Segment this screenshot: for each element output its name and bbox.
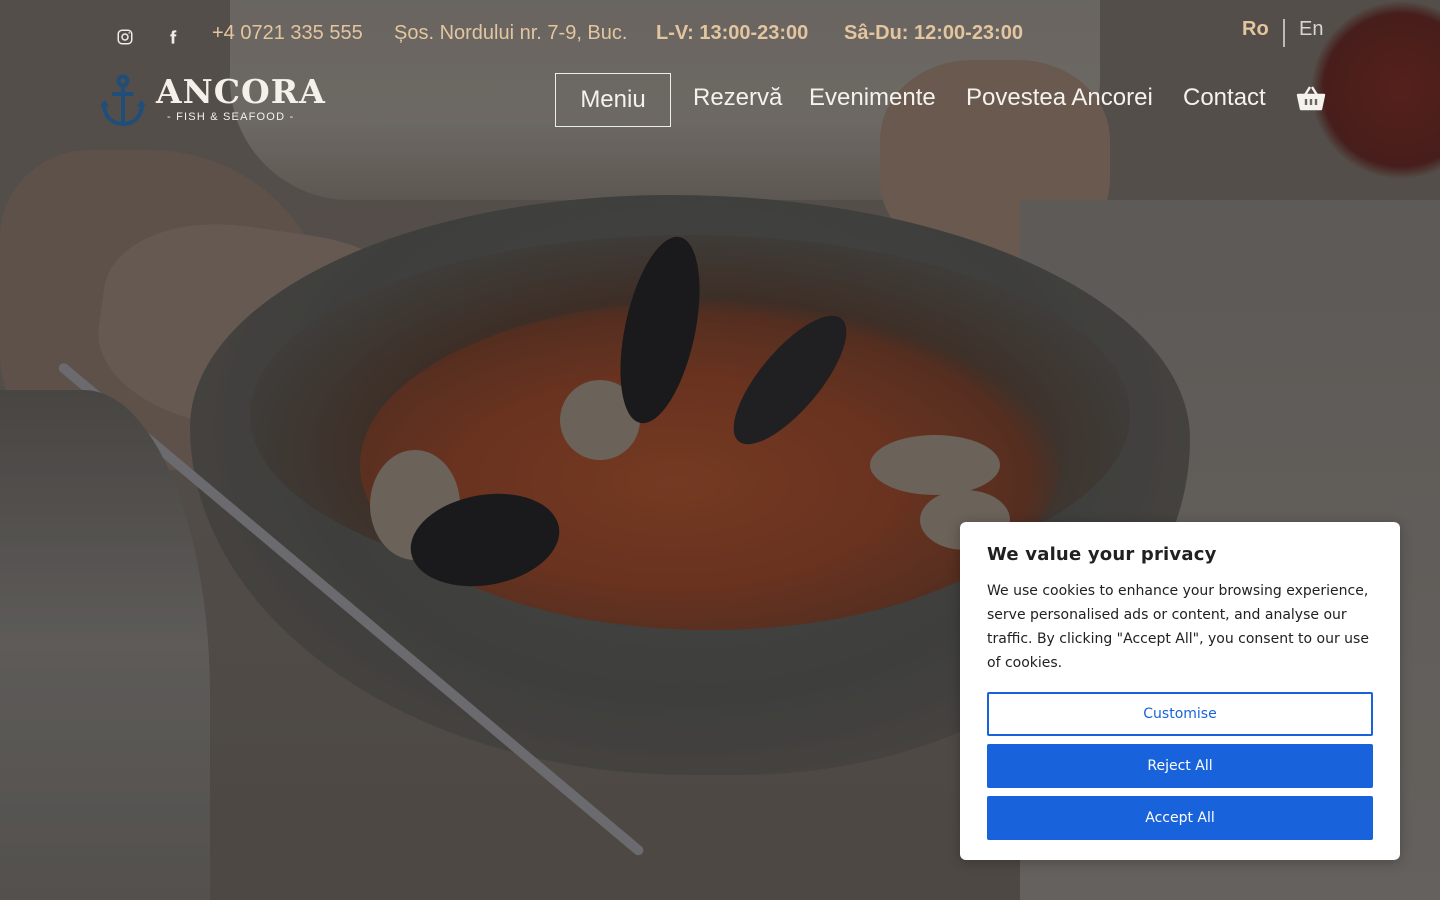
nav-item-meniu[interactable]: Meniu [555,73,671,127]
logo-name: ANCORA [156,72,326,111]
nav-item-povestea-ancorei[interactable]: Povestea Ancorei [966,84,1153,112]
instagram-icon[interactable] [114,26,136,48]
site-logo[interactable]: ANCORA - FISH & SEAFOOD - [100,72,325,128]
facebook-icon[interactable] [162,26,184,48]
customise-button[interactable]: Customise [987,692,1373,736]
logo-tagline: - FISH & SEAFOOD - [167,111,295,123]
reject-all-button[interactable]: Reject All [987,744,1373,788]
top-info-bar: +4 0721 335 555 Șos. Nordului nr. 7-9, B… [0,0,1440,70]
language-en-link[interactable]: En [1299,18,1323,41]
nav-item-evenimente[interactable]: Evenimente [809,84,936,112]
basket-icon[interactable] [1296,84,1326,112]
phone-link[interactable]: +4 0721 335 555 [212,22,363,45]
anchor-icon [100,74,146,127]
nav-item-contact[interactable]: Contact [1183,84,1266,112]
hours-weekdays: L-V: 13:00-23:00 [656,22,809,44]
language-ro-link[interactable]: Ro [1242,18,1269,41]
hours-weekend: Sâ-Du: 12:00-23:00 [844,22,1023,44]
language-divider [1283,19,1285,47]
cookie-title: We value your privacy [987,544,1217,565]
nav-item-rezerva[interactable]: Rezervă [693,84,782,112]
address-text: Șos. Nordului nr. 7-9, Buc. [394,22,628,44]
cookie-consent-dialog: We value your privacy We use cookies to … [960,522,1400,860]
cookie-description: We use cookies to enhance your browsing … [987,583,1369,671]
accept-all-button[interactable]: Accept All [987,796,1373,840]
